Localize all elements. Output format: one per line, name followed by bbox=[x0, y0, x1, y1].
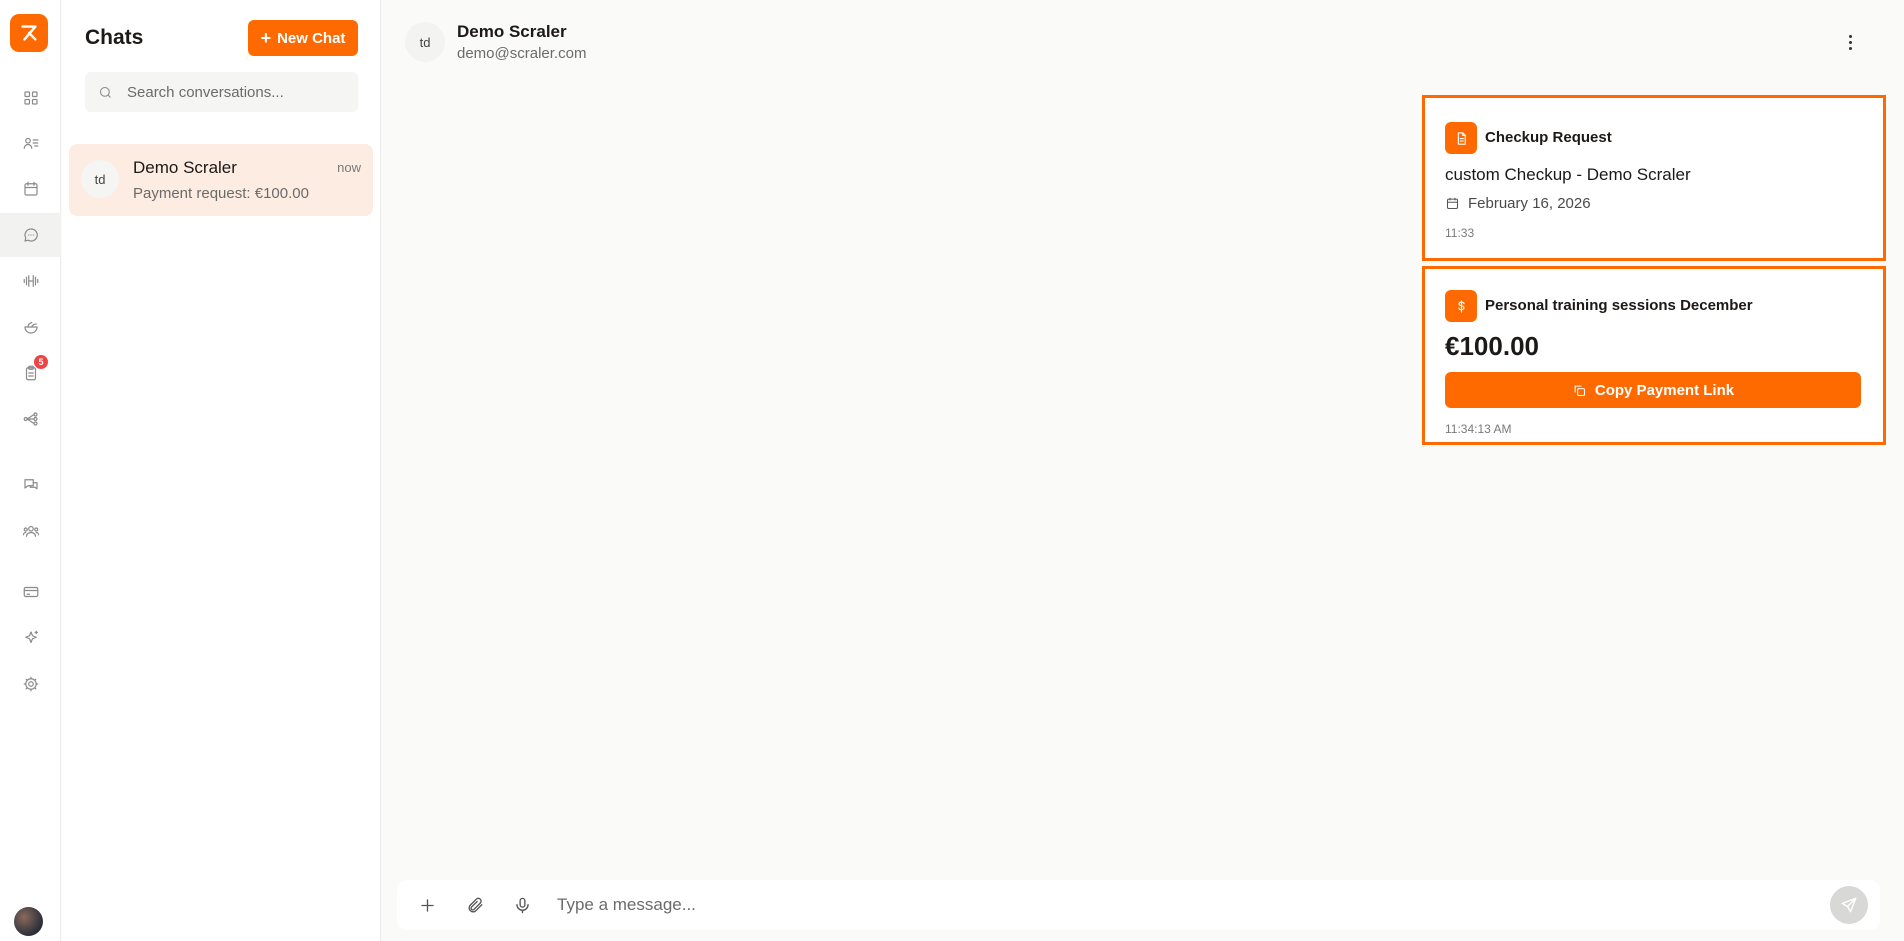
nav-groups[interactable] bbox=[0, 509, 61, 553]
conversation-name: Demo Scraler bbox=[133, 158, 237, 177]
calendar-icon bbox=[1446, 197, 1459, 210]
user-avatar[interactable] bbox=[14, 907, 43, 936]
nav-calendar[interactable] bbox=[0, 167, 61, 211]
new-chat-label: New Chat bbox=[277, 29, 346, 47]
more-options-button[interactable] bbox=[1840, 30, 1860, 54]
contact-email: demo@scraler.com bbox=[457, 45, 587, 62]
dot-icon bbox=[1848, 34, 1852, 38]
payment-amount: €100.00 bbox=[1445, 331, 1539, 361]
copy-icon bbox=[1574, 385, 1585, 396]
checkup-date: February 16, 2026 bbox=[1445, 195, 1591, 212]
checkup-subtitle: custom Checkup - Demo Scraler bbox=[1445, 165, 1691, 184]
nav-dashboard[interactable] bbox=[0, 76, 61, 120]
chats-icon bbox=[23, 479, 38, 490]
message-input[interactable] bbox=[557, 894, 1797, 916]
contact-name: Demo Scraler bbox=[457, 22, 567, 41]
users-list-icon bbox=[23, 137, 38, 149]
credit-card-icon bbox=[23, 586, 38, 598]
attach-file-button[interactable] bbox=[463, 893, 487, 917]
plus-icon bbox=[420, 898, 434, 912]
app-logo[interactable] bbox=[10, 14, 48, 52]
grid-icon bbox=[23, 91, 38, 105]
nav-rail: 5 bbox=[0, 0, 61, 941]
chat-bubble-icon bbox=[23, 228, 38, 242]
nav-ai[interactable] bbox=[0, 616, 61, 660]
calendar-icon bbox=[23, 181, 38, 196]
nav-chats[interactable] bbox=[0, 213, 61, 257]
chats-panel: Chats + New Chat Search conversations...… bbox=[62, 0, 381, 941]
send-button[interactable] bbox=[1830, 886, 1868, 924]
dollar-icon bbox=[1445, 290, 1477, 322]
microphone-icon bbox=[515, 897, 529, 913]
document-icon bbox=[1445, 122, 1477, 154]
contact-avatar: td bbox=[405, 22, 445, 62]
nav-nutrition[interactable] bbox=[0, 305, 61, 349]
payment-request-message: Personal training sessions December €100… bbox=[1422, 266, 1886, 445]
gear-icon bbox=[23, 676, 38, 692]
conversation-item[interactable]: td Demo Scraler now Payment request: €10… bbox=[69, 144, 373, 216]
checkup-date-text: February 16, 2026 bbox=[1468, 195, 1591, 212]
sparkles-icon bbox=[24, 630, 38, 644]
payment-title: Personal training sessions December bbox=[1485, 297, 1753, 314]
team-icon bbox=[22, 525, 39, 537]
payment-timestamp: 11:34:13 AM bbox=[1445, 422, 1512, 436]
new-chat-button[interactable]: + New Chat bbox=[248, 20, 358, 56]
copy-payment-link-label: Copy Payment Link bbox=[1594, 381, 1735, 399]
nav-workouts[interactable] bbox=[0, 259, 61, 303]
chats-title: Chats bbox=[85, 26, 144, 49]
checkup-timestamp: 11:33 bbox=[1445, 226, 1475, 240]
nav-clients[interactable] bbox=[0, 121, 61, 165]
message-composer bbox=[397, 880, 1880, 930]
copy-payment-link-button[interactable]: Copy Payment Link bbox=[1445, 372, 1861, 408]
plus-icon: + bbox=[260, 28, 272, 48]
conversation-time: now bbox=[337, 160, 361, 175]
conversation-preview: Payment request: €100.00 bbox=[133, 185, 309, 202]
search-placeholder: Search conversations... bbox=[127, 83, 284, 101]
nav-community[interactable] bbox=[0, 463, 61, 507]
logo-mark-icon bbox=[21, 25, 37, 41]
search-icon bbox=[99, 86, 111, 98]
send-icon bbox=[1841, 897, 1857, 913]
paperclip-icon bbox=[468, 897, 483, 912]
dot-icon bbox=[1848, 40, 1852, 44]
voice-message-button[interactable] bbox=[510, 893, 534, 917]
conversation-avatar: td bbox=[81, 160, 119, 198]
checkup-request-message[interactable]: Checkup Request custom Checkup - Demo Sc… bbox=[1422, 95, 1886, 261]
nav-checkups[interactable] bbox=[0, 351, 61, 395]
nav-billing[interactable] bbox=[0, 570, 61, 614]
dot-icon bbox=[1848, 46, 1852, 50]
nav-automations[interactable] bbox=[0, 397, 61, 441]
salad-bowl-icon bbox=[23, 321, 38, 334]
dumbbell-icon bbox=[23, 275, 38, 287]
checkups-count-badge: 5 bbox=[34, 355, 48, 369]
nav-settings[interactable] bbox=[0, 662, 61, 706]
search-conversations-input[interactable]: Search conversations... bbox=[85, 72, 358, 112]
checkup-title: Checkup Request bbox=[1485, 129, 1612, 146]
workflow-icon bbox=[23, 412, 38, 426]
add-attachment-button[interactable] bbox=[415, 893, 439, 917]
